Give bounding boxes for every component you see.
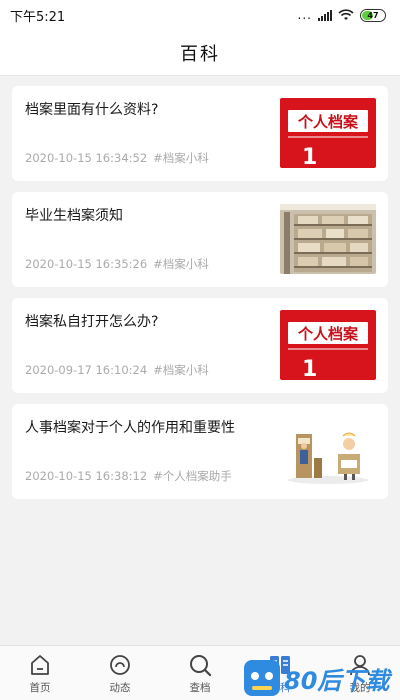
article-tag: #个人档案助手 (153, 469, 232, 483)
article-tag: #档案小科 (153, 363, 209, 377)
tab-label: 查档 (189, 682, 211, 694)
home-icon (31, 655, 49, 675)
status-bar: 下午5:21 ... 47 (0, 0, 400, 30)
article-title: 档案私自打开怎么办? (25, 314, 159, 330)
article-card[interactable]: 档案里面有什么资料? 2020-10-15 16:34:52 #档案小科 个人档案… (12, 86, 388, 181)
tab-label: 首页 (29, 682, 51, 694)
article-meta: 2020-10-15 16:38:12 #个人档案助手 (25, 468, 232, 484)
site-watermark-logo: 80后下载 (244, 660, 393, 696)
article-tag: #档案小科 (153, 151, 209, 165)
wifi-icon (338, 9, 354, 20)
battery-icon: 47 (360, 8, 386, 22)
tab-dynamic[interactable]: 动态 (80, 646, 160, 700)
article-meta: 2020-10-15 16:34:52 #档案小科 (25, 150, 209, 166)
article-title: 人事档案对于个人的作用和重要性 (25, 420, 235, 436)
search-icon (190, 655, 212, 677)
signal-icon (318, 9, 332, 21)
status-icons: ... 47 (298, 8, 386, 22)
thumb-number: 1 (302, 357, 317, 380)
dynamic-icon (110, 655, 130, 675)
thumb-label: 个人档案 (297, 113, 359, 131)
article-date: 2020-10-15 16:35:26 (25, 257, 148, 271)
article-card[interactable]: 人事档案对于个人的作用和重要性 2020-10-15 16:38:12 #个人档案… (12, 404, 388, 499)
watermark-text: 80后下载 (284, 667, 393, 695)
battery-level: 47 (367, 10, 379, 20)
tab-home[interactable]: 首页 (0, 646, 80, 700)
article-tag: #档案小科 (153, 257, 209, 271)
article-date: 2020-09-17 16:10:24 (25, 363, 148, 377)
thumb-label: 个人档案 (297, 325, 359, 343)
article-date: 2020-10-15 16:34:52 (25, 151, 148, 165)
article-date: 2020-10-15 16:38:12 (25, 469, 148, 483)
tab-search[interactable]: 查档 (160, 646, 240, 700)
page-header: 百科 (0, 30, 400, 76)
red-archive-sign-thumbnail: 个人档案 1 (280, 98, 376, 168)
status-time: 下午5:21 (10, 9, 66, 25)
article-card[interactable]: 档案私自打开怎么办? 2020-09-17 16:10:24 #档案小科 个人档案… (12, 298, 388, 393)
tab-label: 动态 (109, 682, 131, 694)
thumb-number: 1 (302, 145, 317, 168)
article-title: 毕业生档案须知 (25, 208, 123, 224)
article-list: 档案里面有什么资料? 2020-10-15 16:34:52 #档案小科 个人档案… (12, 86, 388, 510)
more-dots-icon: ... (297, 8, 312, 22)
article-card[interactable]: 毕业生档案须知 2020-10-15 16:35:26 #档案小科 (12, 192, 388, 287)
article-meta: 2020-09-17 16:10:24 #档案小科 (25, 362, 209, 378)
red-archive-sign-thumbnail: 个人档案 1 (280, 310, 376, 380)
cartoon-archive-illustration-thumbnail (280, 416, 376, 486)
archive-shelf-photo-thumbnail (280, 204, 376, 274)
article-meta: 2020-10-15 16:35:26 #档案小科 (25, 256, 209, 272)
page-title: 百科 (180, 43, 220, 65)
article-title: 档案里面有什么资料? (25, 102, 159, 118)
